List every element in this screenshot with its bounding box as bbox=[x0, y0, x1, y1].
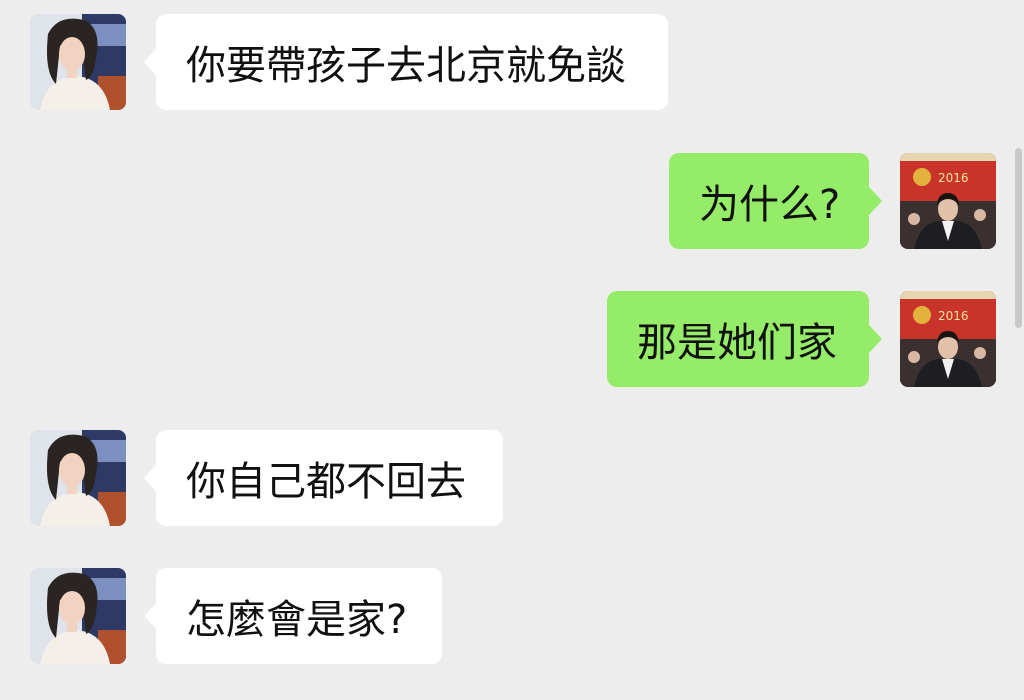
message-row-outgoing: 那是她们家 2016 bbox=[0, 291, 1024, 391]
backdrop-year-text: 2016 bbox=[938, 171, 969, 185]
chat-message-area[interactable]: 你要帶孩子去北京就免談 为什么? 2016 那是她们家 2016 你自己都不回去… bbox=[0, 0, 1024, 700]
woman-portrait-icon bbox=[30, 430, 126, 526]
bubble-tail bbox=[869, 187, 882, 215]
message-row-incoming: 怎麼會是家? bbox=[0, 568, 1024, 668]
woman-portrait-icon bbox=[30, 568, 126, 664]
scrollbar[interactable] bbox=[1015, 148, 1022, 328]
man-in-suit-icon: 2016 bbox=[900, 153, 996, 249]
backdrop-year-text: 2016 bbox=[938, 309, 969, 323]
message-bubble[interactable]: 怎麼會是家? bbox=[156, 568, 442, 664]
message-row-incoming: 你要帶孩子去北京就免談 bbox=[0, 14, 1024, 114]
contact-avatar-woman[interactable] bbox=[30, 430, 126, 526]
message-bubble[interactable]: 那是她们家 bbox=[607, 291, 869, 387]
contact-avatar-woman[interactable] bbox=[30, 568, 126, 664]
contact-avatar-woman[interactable] bbox=[30, 14, 126, 110]
message-bubble[interactable]: 你要帶孩子去北京就免談 bbox=[156, 14, 668, 110]
message-bubble[interactable]: 你自己都不回去 bbox=[156, 430, 503, 526]
bubble-tail bbox=[869, 325, 882, 353]
message-row-outgoing: 为什么? 2016 bbox=[0, 153, 1024, 253]
contact-avatar-man[interactable]: 2016 bbox=[900, 291, 996, 387]
message-row-incoming: 你自己都不回去 bbox=[0, 430, 1024, 530]
woman-portrait-icon bbox=[30, 14, 126, 110]
message-bubble[interactable]: 为什么? bbox=[669, 153, 869, 249]
contact-avatar-man[interactable]: 2016 bbox=[900, 153, 996, 249]
man-in-suit-icon: 2016 bbox=[900, 291, 996, 387]
